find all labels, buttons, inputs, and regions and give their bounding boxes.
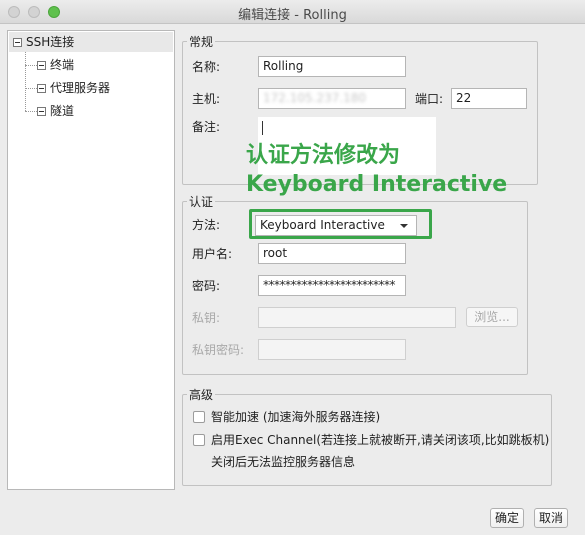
general-legend: 常规: [189, 35, 214, 49]
private-key-label: 私钥:: [192, 311, 221, 325]
tree-item-label: SSH连接: [26, 35, 75, 49]
advanced-legend: 高级: [189, 388, 214, 402]
window-title: 编辑连接 - Rolling: [238, 8, 347, 23]
host-input[interactable]: 172.105.237.180: [258, 88, 406, 109]
method-label: 方法:: [192, 218, 221, 232]
tree-item-label: 代理服务器: [50, 81, 111, 95]
host-value: 172.105.237.180: [263, 91, 367, 105]
auth-legend: 认证: [189, 195, 214, 209]
tree-connector: [25, 65, 37, 66]
tree-connector: [25, 88, 37, 89]
exec-channel-hint: 关闭后无法监控服务器信息: [211, 455, 356, 469]
tree-item-label: 终端: [50, 58, 75, 72]
tree-connector: [25, 49, 26, 111]
tree-item-tunnel[interactable]: 隧道: [37, 101, 74, 121]
username-input[interactable]: root: [258, 243, 406, 264]
tree-item-terminal[interactable]: 终端: [37, 55, 74, 75]
collapse-icon[interactable]: [37, 84, 46, 93]
password-input[interactable]: ************************: [258, 275, 406, 296]
settings-tree: SSH连接 终端 代理服务器 隧道: [7, 30, 175, 490]
collapse-icon[interactable]: [13, 38, 22, 47]
name-input[interactable]: Rolling: [258, 56, 406, 77]
smart-accel-checkbox[interactable]: [193, 411, 205, 423]
annotation-line-1: 认证方法修改为: [246, 143, 401, 168]
tree-item-ssh[interactable]: SSH连接: [9, 32, 173, 52]
password-label: 密码:: [192, 279, 221, 293]
host-label: 主机:: [192, 92, 221, 106]
private-key-input[interactable]: [258, 307, 456, 328]
browse-button[interactable]: 浏览...: [466, 307, 518, 327]
tree-item-label: 隧道: [50, 104, 75, 118]
name-label: 名称:: [192, 60, 221, 74]
note-label: 备注:: [192, 120, 221, 134]
port-input[interactable]: 22: [451, 88, 527, 109]
username-label: 用户名:: [192, 247, 233, 261]
highlight-box: [249, 209, 432, 239]
exec-channel-checkbox[interactable]: [193, 434, 205, 446]
exec-channel-label: 启用Exec Channel(若连接上就被断开,请关闭该项,比如跳板机): [211, 433, 550, 447]
smart-accel-label: 智能加速 (加速海外服务器连接): [211, 410, 381, 424]
collapse-icon[interactable]: [37, 107, 46, 116]
text-caret: [262, 121, 263, 135]
key-password-label: 私钥密码:: [192, 343, 245, 357]
tree-item-proxy[interactable]: 代理服务器: [37, 78, 110, 98]
cancel-button[interactable]: 取消: [534, 508, 568, 528]
collapse-icon[interactable]: [37, 61, 46, 70]
port-label: 端口:: [415, 92, 444, 106]
title-bar: 编辑连接 - Rolling: [0, 0, 585, 24]
ok-button[interactable]: 确定: [490, 508, 524, 528]
tree-connector: [25, 111, 37, 112]
key-password-input[interactable]: [258, 339, 406, 360]
